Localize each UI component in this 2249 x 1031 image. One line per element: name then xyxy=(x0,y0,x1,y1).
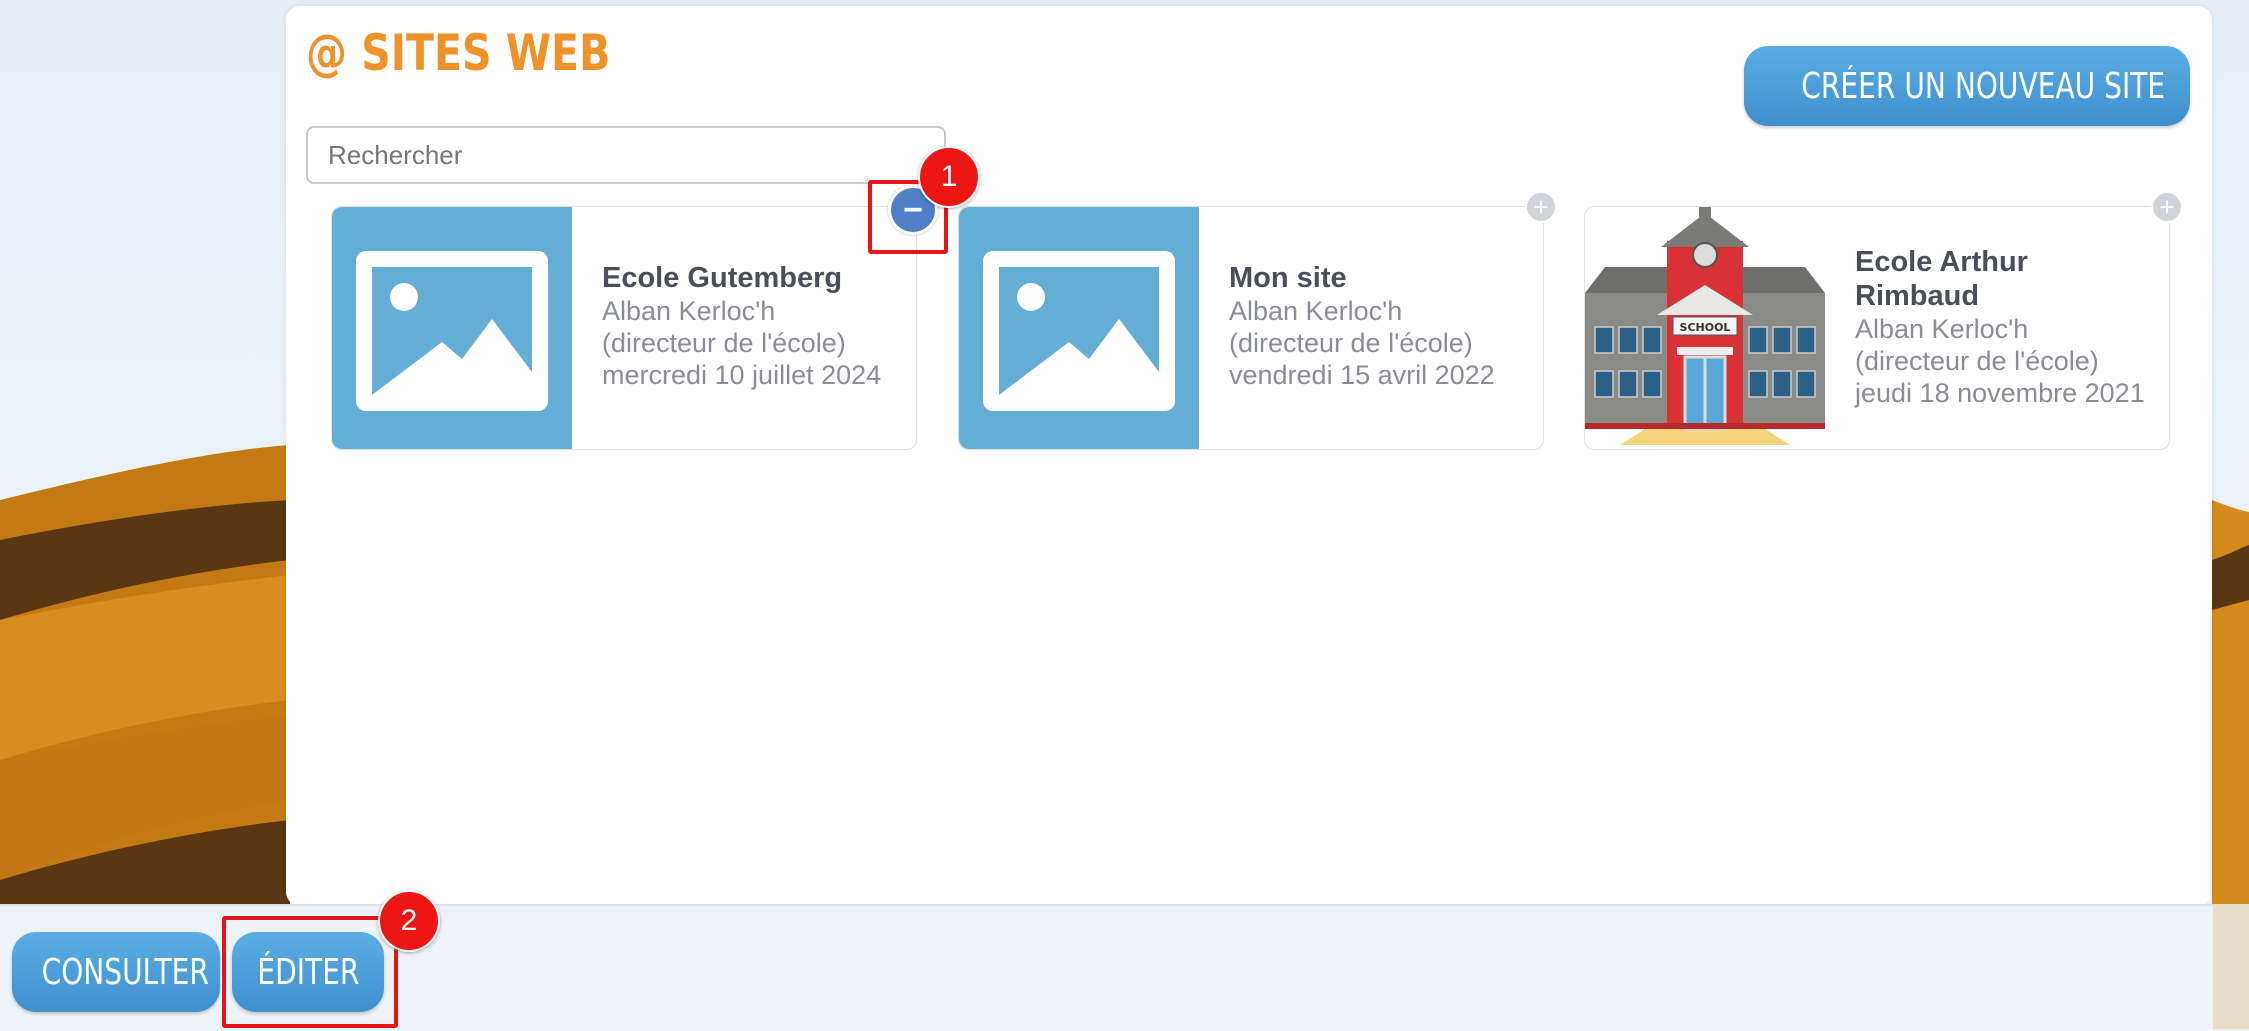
site-author: Alban Kerloc'h xyxy=(1229,296,1403,326)
site-card-ecole-gutemberg[interactable]: Ecole Gutemberg Alban Kerloc'h (directeu… xyxy=(331,185,938,450)
site-author-role: (directeur de l'école) xyxy=(1229,328,1473,358)
consult-button[interactable]: CONSULTER xyxy=(12,932,220,1012)
school-building-image: SCHOOL xyxy=(1585,207,1825,449)
create-new-site-button[interactable]: CRÉER UN NOUVEAU SITE xyxy=(1744,46,2190,126)
annotation-highlight-2 xyxy=(222,916,398,1028)
annotation-marker-2: 2 xyxy=(378,890,440,952)
site-date: mercredi 10 juillet 2024 xyxy=(602,360,882,390)
plus-icon[interactable]: + xyxy=(2151,191,2183,223)
site-name: Ecole Gutemberg xyxy=(602,262,843,294)
site-author-role: (directeur de l'école) xyxy=(1855,346,2099,376)
sites-panel: @ SITES WEB CRÉER UN NOUVEAU SITE Ecole … xyxy=(286,6,2212,906)
site-name: Ecole Arthur Rimbaud xyxy=(1855,246,2028,312)
create-new-site-label: CRÉER UN NOUVEAU SITE xyxy=(1801,65,2166,107)
consult-button-label: CONSULTER xyxy=(41,951,209,993)
site-card-mon-site[interactable]: Mon site Alban Kerloc'h (directeur de l'… xyxy=(958,191,1557,450)
site-card-ecole-arthur-rimbaud[interactable]: SCHOOL Ecole Arthur Rimbaud Alban Kerloc… xyxy=(1584,191,2183,450)
plus-icon[interactable]: + xyxy=(1525,191,1557,223)
site-author: Alban Kerloc'h xyxy=(1855,314,2029,344)
site-name: Mon site xyxy=(1229,262,1347,294)
site-date: jeudi 18 novembre 2021 xyxy=(1855,378,2145,408)
bottom-action-bar: CONSULTER ÉDITER 2 xyxy=(0,890,2213,1031)
annotation-marker-1: 1 xyxy=(918,146,980,208)
site-author-role: (directeur de l'école) xyxy=(602,328,846,358)
site-author: Alban Kerloc'h xyxy=(602,296,776,326)
search-input[interactable] xyxy=(306,126,946,184)
placeholder-image-icon xyxy=(959,207,1199,449)
background-strip xyxy=(2213,904,2249,1029)
school-sign-text: SCHOOL xyxy=(1680,321,1731,334)
site-date: vendredi 15 avril 2022 xyxy=(1229,360,1495,390)
placeholder-image-icon xyxy=(332,207,572,449)
page-title: @ SITES WEB xyxy=(306,24,611,82)
